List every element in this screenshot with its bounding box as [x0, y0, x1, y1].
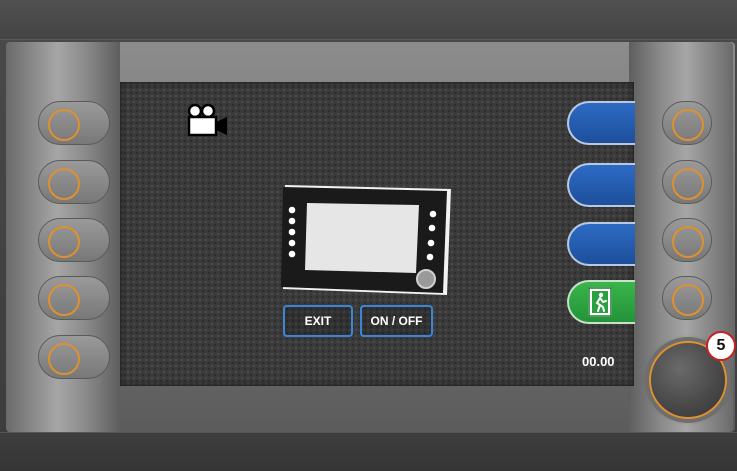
right-softkey-2[interactable] — [662, 160, 712, 204]
right-softkey-4[interactable] — [662, 276, 712, 320]
exit-button[interactable]: EXIT — [283, 305, 353, 337]
function-tab-1[interactable] — [567, 101, 635, 145]
exit-tab[interactable] — [567, 280, 635, 324]
function-tab-2[interactable] — [567, 163, 635, 207]
emergency-exit-icon — [588, 287, 612, 317]
left-softkey-2[interactable] — [38, 160, 110, 204]
left-softkey-4[interactable] — [38, 276, 110, 320]
left-softkey-1[interactable] — [38, 101, 110, 145]
left-softkey-3[interactable] — [38, 218, 110, 262]
right-softkey-3[interactable] — [662, 218, 712, 262]
bottom-bezel — [0, 432, 737, 471]
time-readout: 00.00 — [582, 354, 615, 369]
display-panel-icon — [279, 183, 455, 303]
top-bezel — [0, 0, 737, 40]
function-tab-3[interactable] — [567, 222, 635, 266]
callout-badge: 5 — [706, 331, 736, 361]
on-off-button[interactable]: ON / OFF — [360, 305, 433, 337]
device-bezel: EXIT ON / OFF 00.00 5 — [0, 0, 737, 471]
left-softkey-5[interactable] — [38, 335, 110, 379]
right-softkey-1[interactable] — [662, 101, 712, 145]
video-camera-icon — [186, 103, 230, 144]
